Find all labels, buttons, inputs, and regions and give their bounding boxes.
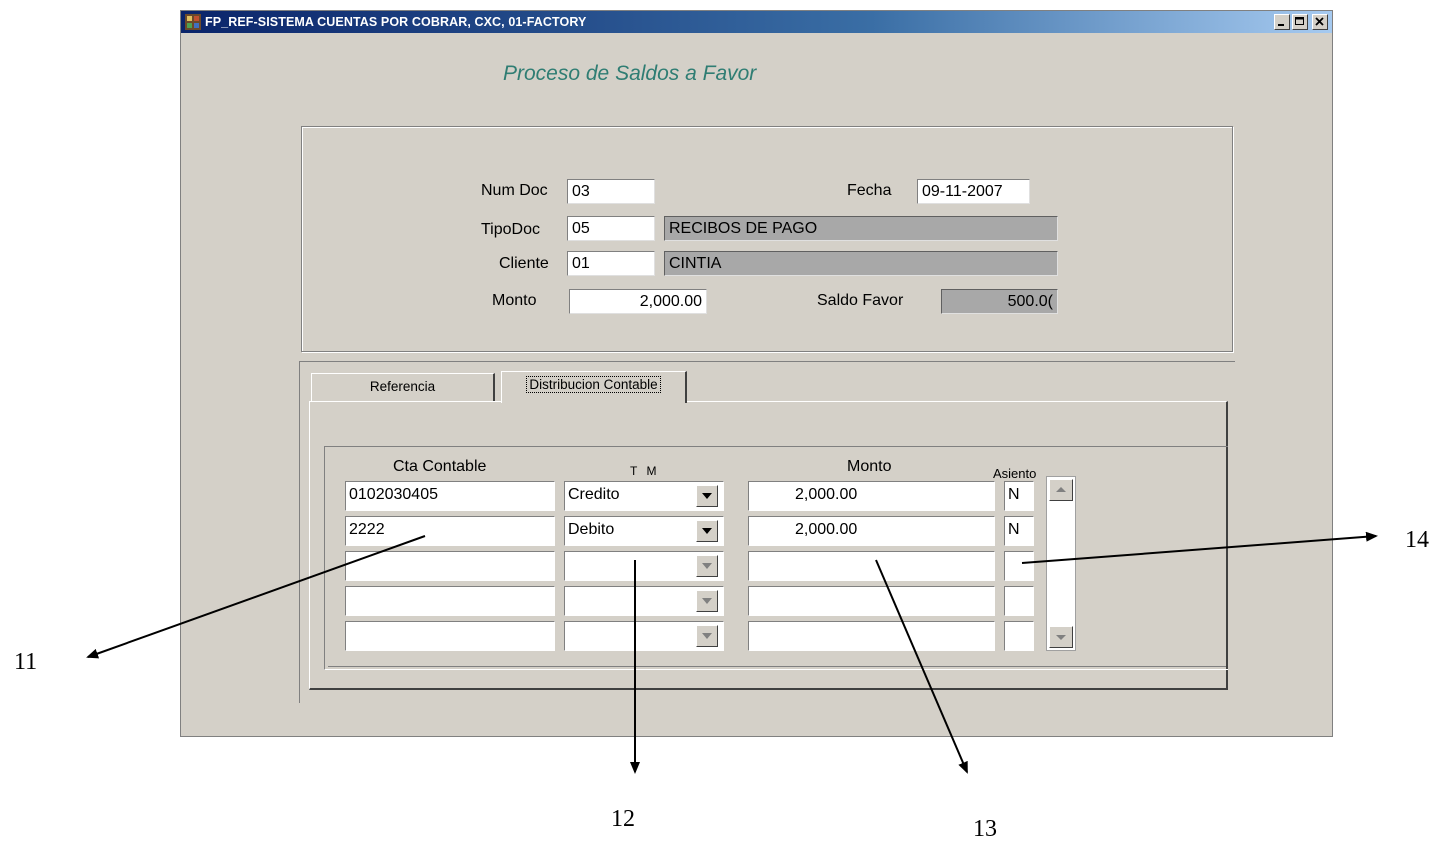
col-header-cta-contable: Cta Contable bbox=[393, 458, 487, 475]
cta-contable-cell[interactable]: 2222 bbox=[345, 516, 555, 546]
tm-dropdown-button[interactable] bbox=[696, 625, 718, 647]
callout-label-13: 13 bbox=[973, 816, 997, 842]
monto-cell[interactable] bbox=[748, 586, 995, 616]
tipo-doc-description: RECIBOS DE PAGO bbox=[664, 216, 1058, 241]
application-window: FP_REF-SISTEMA CUENTAS POR COBRAR, CXC, … bbox=[180, 10, 1333, 737]
tm-dropdown-button[interactable] bbox=[696, 555, 718, 577]
monto-label: Monto bbox=[492, 292, 537, 309]
asiento-cell[interactable]: N bbox=[1004, 516, 1034, 546]
asiento-cell[interactable] bbox=[1004, 586, 1034, 616]
chevron-down-icon bbox=[702, 528, 712, 534]
detail-scrollbar[interactable] bbox=[1046, 476, 1076, 651]
chevron-up-icon bbox=[1056, 487, 1066, 492]
tab-referencia[interactable]: Referencia bbox=[311, 373, 495, 401]
monto-cell[interactable]: 2,000.00 bbox=[748, 481, 995, 511]
monto-cell[interactable] bbox=[748, 621, 995, 651]
cliente-label: Cliente bbox=[499, 255, 549, 272]
chevron-down-icon bbox=[702, 493, 712, 499]
tm-dropdown-button[interactable] bbox=[696, 590, 718, 612]
col-header-asiento: Asiento bbox=[993, 466, 1037, 481]
fecha-label: Fecha bbox=[847, 182, 892, 199]
chevron-down-icon bbox=[702, 598, 712, 604]
minimize-button[interactable] bbox=[1274, 14, 1290, 30]
asiento-cell[interactable] bbox=[1004, 551, 1034, 581]
cta-contable-cell[interactable] bbox=[345, 621, 555, 651]
col-header-monto: Monto bbox=[847, 458, 892, 475]
fecha-field[interactable]: 09-11-2007 bbox=[917, 179, 1030, 204]
num-doc-label: Num Doc bbox=[481, 182, 548, 199]
tab-referencia-label: Referencia bbox=[369, 379, 436, 394]
tm-dropdown-button[interactable] bbox=[696, 485, 718, 507]
saldo-favor-label: Saldo Favor bbox=[817, 292, 904, 309]
maximize-button[interactable] bbox=[1292, 14, 1308, 30]
tipo-doc-field[interactable]: 05 bbox=[567, 216, 655, 241]
app-icon bbox=[185, 14, 201, 30]
cta-contable-cell[interactable] bbox=[345, 551, 555, 581]
cliente-field[interactable]: 01 bbox=[567, 251, 655, 276]
callout-label-14: 14 bbox=[1405, 527, 1429, 553]
window-title: FP_REF-SISTEMA CUENTAS POR COBRAR, CXC, … bbox=[205, 15, 587, 29]
monto-cell[interactable]: 2,000.00 bbox=[748, 516, 995, 546]
chevron-down-icon bbox=[702, 633, 712, 639]
minimize-icon bbox=[1278, 24, 1284, 26]
callout-label-11: 11 bbox=[14, 649, 38, 675]
tab-distribucion-contable[interactable]: Distribucion Contable bbox=[501, 371, 687, 403]
saldo-favor-field: 500.0( bbox=[941, 289, 1058, 314]
tm-dropdown-button[interactable] bbox=[696, 520, 718, 542]
callout-label-12: 12 bbox=[611, 806, 635, 832]
chevron-down-icon bbox=[1056, 635, 1066, 640]
tab-distribucion-label: Distribucion Contable bbox=[526, 376, 661, 393]
close-button[interactable] bbox=[1312, 14, 1328, 30]
asiento-cell[interactable] bbox=[1004, 621, 1034, 651]
scroll-down-button[interactable] bbox=[1049, 626, 1073, 648]
maximize-icon bbox=[1295, 17, 1304, 25]
title-bar[interactable]: FP_REF-SISTEMA CUENTAS POR COBRAR, CXC, … bbox=[181, 11, 1332, 33]
cta-contable-cell[interactable] bbox=[345, 586, 555, 616]
form-title: Proceso de Saldos a Favor bbox=[503, 62, 757, 85]
cliente-description: CINTIA bbox=[664, 251, 1058, 276]
close-icon bbox=[1315, 17, 1324, 26]
col-header-tm: T M bbox=[630, 464, 660, 478]
cta-contable-cell[interactable]: 0102030405 bbox=[345, 481, 555, 511]
num-doc-field[interactable]: 03 bbox=[567, 179, 655, 204]
asiento-cell[interactable]: N bbox=[1004, 481, 1034, 511]
monto-field[interactable]: 2,000.00 bbox=[569, 289, 707, 314]
tipo-doc-label: TipoDoc bbox=[481, 221, 540, 238]
scroll-up-button[interactable] bbox=[1049, 479, 1073, 501]
monto-cell[interactable] bbox=[748, 551, 995, 581]
chevron-down-icon bbox=[702, 563, 712, 569]
